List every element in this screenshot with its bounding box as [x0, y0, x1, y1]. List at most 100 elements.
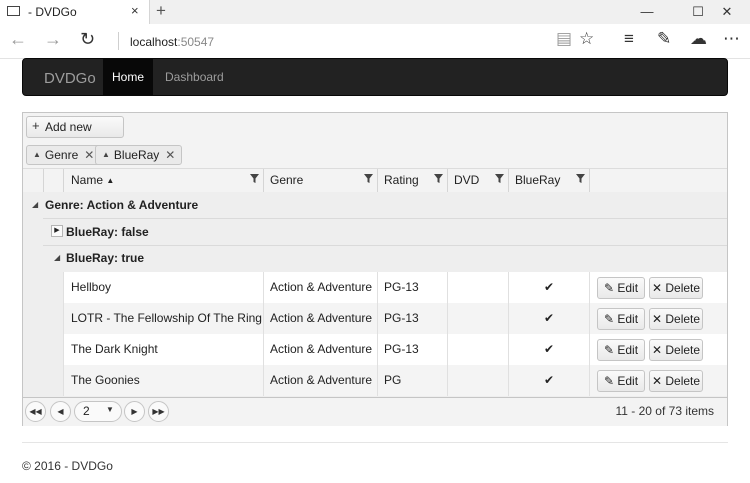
- column-dvd-label: DVD: [454, 173, 480, 187]
- pencil-icon: ✎: [603, 281, 615, 295]
- window-close-icon[interactable]: ✕: [704, 2, 750, 22]
- delete-label: Delete: [665, 374, 701, 388]
- group-row-genre: ◢ Genre: Action & Adventure: [23, 192, 727, 218]
- x-icon: ✕: [651, 343, 663, 357]
- cell-name: The Goonies: [63, 365, 263, 396]
- brand-link[interactable]: DVDGo: [44, 70, 96, 87]
- remove-group-icon[interactable]: ✕: [84, 148, 94, 162]
- pager-info: 11 - 20 of 73 items: [615, 404, 715, 418]
- tab-title: - DVDGo: [28, 5, 77, 19]
- cell-genre: Action & Adventure: [263, 303, 377, 334]
- table-row: The Dark Knight Action & Adventure PG-13…: [63, 334, 727, 365]
- delete-button[interactable]: ✕ Delete: [649, 277, 703, 299]
- cell-dvd: [447, 272, 508, 303]
- cell-name: LOTR - The Fellowship Of The Ring: [63, 303, 263, 334]
- new-tab-icon[interactable]: +: [156, 1, 166, 21]
- next-page-icon[interactable]: ▶: [124, 401, 145, 422]
- tab-close-icon[interactable]: ×: [131, 3, 139, 18]
- cell-genre: Action & Adventure: [263, 272, 377, 303]
- cell-genre: Action & Adventure: [263, 334, 377, 365]
- x-icon: ✕: [651, 374, 663, 388]
- filter-icon[interactable]: [576, 174, 585, 183]
- url-host: localhost: [130, 35, 178, 49]
- tab-page-icon: [7, 6, 20, 16]
- cell-name: Hellboy: [63, 272, 263, 303]
- sort-asc-icon: ▲: [102, 150, 110, 159]
- grid-toolbar: [23, 113, 727, 142]
- favorite-star-icon[interactable]: ☆: [579, 29, 594, 49]
- edit-button[interactable]: ✎ Edit: [597, 308, 645, 330]
- edit-button[interactable]: ✎ Edit: [597, 277, 645, 299]
- edit-button[interactable]: ✎ Edit: [597, 339, 645, 361]
- hub-icon[interactable]: ≡: [624, 29, 634, 49]
- last-page-icon[interactable]: ▶▶: [148, 401, 169, 422]
- web-note-icon[interactable]: ✎: [657, 29, 671, 49]
- collapse-icon[interactable]: ◢: [54, 245, 60, 271]
- cell-rating: PG-13: [377, 303, 447, 334]
- edit-label: Edit: [617, 374, 639, 388]
- page-select[interactable]: 2: [74, 401, 122, 422]
- nav-home[interactable]: Home: [103, 59, 153, 95]
- sort-asc-icon: ▲: [106, 176, 115, 185]
- plus-icon: +: [32, 118, 40, 133]
- group-row-blueray-false: ▶ BlueRay: false: [43, 219, 727, 245]
- page-number: 2: [83, 404, 90, 418]
- table-row: The Goonies Action & Adventure PG ✔ ✎ Ed…: [63, 365, 727, 396]
- column-rating-label: Rating: [384, 173, 419, 187]
- table-row: LOTR - The Fellowship Of The Ring Action…: [63, 303, 727, 334]
- address-separator: [118, 32, 119, 50]
- edit-label: Edit: [617, 281, 639, 295]
- refresh-icon[interactable]: ↻: [80, 29, 95, 50]
- more-icon[interactable]: ⋯: [723, 29, 740, 49]
- group-label: Genre: Action & Adventure: [45, 198, 199, 212]
- group-chip-label: Genre: [44, 148, 79, 162]
- filter-icon[interactable]: [434, 174, 443, 183]
- edit-label: Edit: [617, 312, 639, 326]
- add-new-record-button[interactable]: Add new record: [26, 116, 124, 154]
- column-name-label: Name: [71, 173, 104, 187]
- filter-icon[interactable]: [364, 174, 373, 183]
- column-genre-label: Genre: [270, 173, 304, 187]
- reading-view-icon[interactable]: ▤: [556, 29, 572, 49]
- delete-button[interactable]: ✕ Delete: [649, 339, 703, 361]
- cell-name: The Dark Knight: [63, 334, 263, 365]
- remove-group-icon[interactable]: ✕: [165, 148, 175, 162]
- edit-button[interactable]: ✎ Edit: [597, 370, 645, 392]
- url-port: :50547: [177, 35, 215, 49]
- share-icon[interactable]: ☁: [690, 29, 707, 49]
- edit-label: Edit: [617, 343, 639, 357]
- x-icon: ✕: [651, 281, 663, 295]
- group-chip-blueray[interactable]: ▲ BlueRay ✕: [95, 145, 183, 165]
- delete-button[interactable]: ✕ Delete: [649, 370, 703, 392]
- pencil-icon: ✎: [603, 312, 615, 326]
- minimize-icon[interactable]: —: [624, 2, 670, 22]
- expand-icon[interactable]: ▶: [51, 225, 63, 237]
- group-chip-label: BlueRay: [113, 148, 160, 162]
- cell-genre: Action & Adventure: [263, 365, 377, 396]
- delete-label: Delete: [665, 343, 701, 357]
- column-header-name[interactable]: Name ▲: [63, 169, 263, 192]
- chevron-down-icon: ▼: [106, 405, 114, 414]
- footer-divider: [22, 442, 728, 443]
- url-field[interactable]: localhost:50547: [130, 35, 214, 49]
- footer-text: © 2016 - DVDGo: [22, 459, 113, 473]
- filter-icon[interactable]: [250, 174, 259, 183]
- back-icon[interactable]: ←: [9, 29, 27, 50]
- column-header-genre[interactable]: Genre: [263, 169, 377, 192]
- group-label: BlueRay: false: [66, 225, 149, 239]
- cell-rating: PG: [377, 365, 447, 396]
- pencil-icon: ✎: [603, 343, 615, 357]
- group-label: BlueRay: true: [66, 251, 145, 265]
- x-icon: ✕: [651, 312, 663, 326]
- nav-dashboard[interactable]: Dashboard: [165, 70, 224, 84]
- collapse-icon[interactable]: ◢: [32, 192, 38, 218]
- delete-button[interactable]: ✕ Delete: [649, 308, 703, 330]
- pencil-icon: ✎: [603, 374, 615, 388]
- group-chip-genre[interactable]: ▲ Genre ✕: [26, 145, 102, 165]
- group-row-blueray-true: ◢ BlueRay: true: [43, 245, 727, 271]
- previous-page-icon[interactable]: ◀: [50, 401, 71, 422]
- first-page-icon[interactable]: ◀◀: [25, 401, 46, 422]
- filter-icon[interactable]: [495, 174, 504, 183]
- column-header-commands: [589, 169, 727, 192]
- forward-icon[interactable]: →: [44, 29, 62, 50]
